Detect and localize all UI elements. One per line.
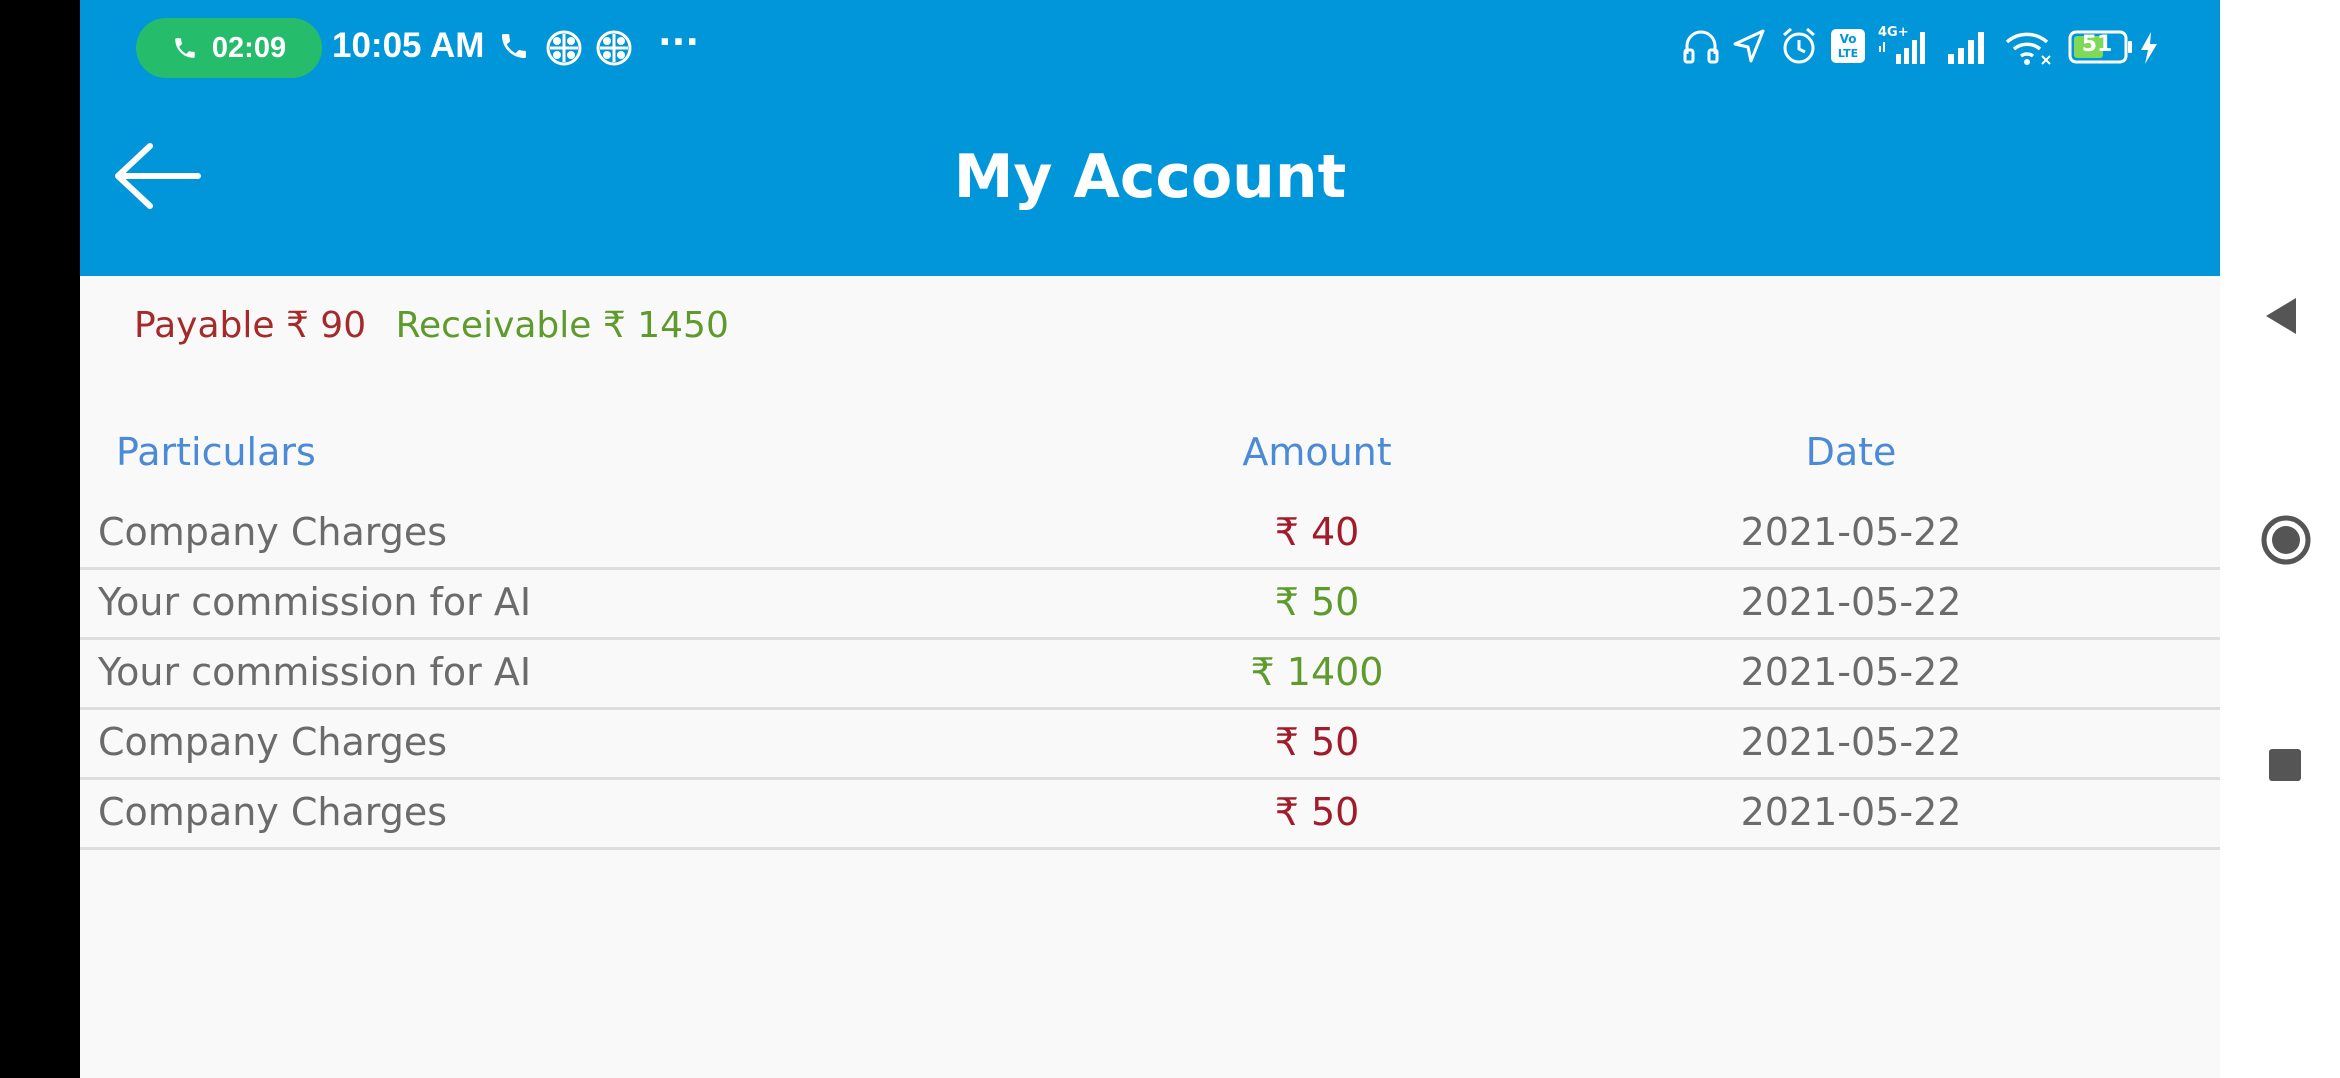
column-header-amount: Amount [1242, 430, 1392, 474]
table-row[interactable]: Your commission for AI ₹ 50 2021-05-22 [80, 570, 2220, 640]
app-header: 02:09 10:05 AM ··· Vo LTE 4G+ 51 My Accou… [80, 0, 2220, 276]
status-bar: 02:09 10:05 AM ··· Vo LTE 4G+ 51 [80, 0, 2220, 96]
table-row[interactable]: Company Charges ₹ 50 2021-05-22 [80, 710, 2220, 780]
transactions-table: Particulars Amount Date Company Charges … [80, 420, 2220, 850]
table-row[interactable]: Your commission for AI ₹ 1400 2021-05-22 [80, 640, 2220, 710]
row-date: 2021-05-22 [1740, 580, 1962, 624]
system-navigation-bar [2220, 0, 2340, 1078]
balance-summary: Payable ₹ 90 Receivable ₹ 1450 [134, 305, 729, 346]
svg-text:Vo: Vo [1840, 32, 1857, 46]
receivable-amount: Receivable ₹ 1450 [395, 305, 729, 346]
row-amount: ₹ 50 [1274, 580, 1360, 624]
wifi-icon [2005, 32, 2051, 65]
table-row[interactable]: Company Charges ₹ 50 2021-05-22 [80, 780, 2220, 850]
row-particulars: Your commission for AI [98, 650, 532, 694]
row-date: 2021-05-22 [1740, 720, 1962, 764]
more-notifications-icon: ··· [658, 22, 700, 63]
app-screen: 02:09 10:05 AM ··· Vo LTE 4G+ 51 My Accou… [80, 0, 2220, 1078]
left-black-edge [0, 0, 80, 1078]
row-date: 2021-05-22 [1740, 790, 1962, 834]
svg-text:LTE: LTE [1838, 47, 1858, 60]
location-arrow-icon [1733, 29, 1765, 63]
row-particulars: Company Charges [98, 720, 448, 764]
app-notification-icon [596, 30, 632, 66]
app-notification-icon [546, 30, 582, 66]
nav-home-icon[interactable] [2260, 514, 2312, 566]
signal-icon [1948, 32, 1984, 64]
column-header-particulars: Particulars [116, 430, 316, 474]
nav-back-icon[interactable] [2264, 296, 2298, 336]
row-amount: ₹ 40 [1274, 510, 1360, 554]
ongoing-call-pill[interactable]: 02:09 [136, 18, 322, 78]
row-particulars: Company Charges [98, 790, 448, 834]
call-timer: 02:09 [211, 31, 287, 64]
page-title: My Account [953, 142, 1347, 212]
row-particulars: Your commission for AI [98, 580, 532, 624]
row-amount: ₹ 50 [1274, 790, 1360, 834]
battery-icon: 51 [2068, 30, 2132, 64]
svg-text:4G+: 4G+ [1878, 25, 1909, 40]
headset-icon [1683, 30, 1719, 64]
row-amount: ₹ 50 [1274, 720, 1360, 764]
alarm-icon [1783, 27, 1815, 64]
signal-4g-icon: 4G+ [1878, 25, 1925, 64]
row-date: 2021-05-22 [1740, 510, 1962, 554]
nav-recents-icon[interactable] [2268, 748, 2302, 782]
row-particulars: Company Charges [98, 510, 448, 554]
payable-amount: Payable ₹ 90 [134, 305, 367, 346]
table-row[interactable]: Company Charges ₹ 40 2021-05-22 [80, 500, 2220, 570]
volte-icon: VoLTE [1831, 29, 1865, 63]
row-date: 2021-05-22 [1740, 650, 1962, 694]
phone-icon [175, 38, 195, 58]
table-header: Particulars Amount Date [80, 420, 2220, 500]
status-time: 10:05 AM [332, 26, 485, 65]
battery-level: 51 [2081, 32, 2113, 57]
charging-icon [2141, 32, 2157, 64]
phone-icon [502, 34, 526, 58]
row-amount: ₹ 1400 [1250, 650, 1384, 694]
column-header-date: Date [1805, 430, 1897, 474]
